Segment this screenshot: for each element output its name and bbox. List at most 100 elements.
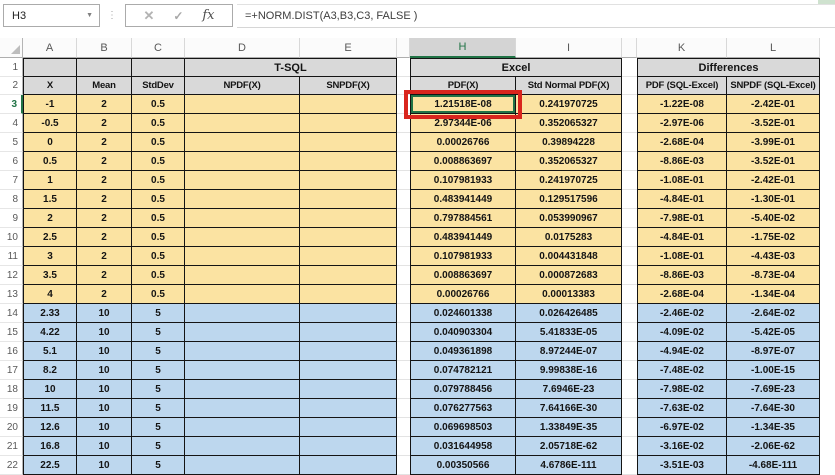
cell-I9[interactable]: 0.053990967 [516, 209, 622, 228]
cell-H15[interactable]: 0.040903304 [410, 323, 516, 342]
enter-icon[interactable]: ✓ [173, 9, 183, 23]
row-header-1[interactable]: 1 [0, 58, 23, 77]
cell-B19[interactable]: 10 [77, 399, 132, 418]
cell-A12[interactable]: 3.5 [23, 266, 77, 285]
cell-L11[interactable]: -4.43E-03 [727, 247, 820, 266]
cell-L19[interactable]: -7.64E-30 [727, 399, 820, 418]
cell-H7[interactable]: 0.107981933 [410, 171, 516, 190]
header-E2[interactable]: SNPDF(X) [300, 77, 397, 95]
cell-D4[interactable] [185, 114, 300, 133]
header-A2[interactable]: X [23, 77, 77, 95]
group-header-excel[interactable]: Excel [410, 58, 622, 77]
column-header-I[interactable]: I [516, 38, 622, 58]
cell-B6[interactable]: 2 [77, 152, 132, 171]
cell-A1[interactable] [23, 58, 77, 77]
header-L2[interactable]: SNPDF (SQL-Excel) [727, 77, 820, 95]
cell-K7[interactable]: -1.08E-01 [637, 171, 727, 190]
cell-B22[interactable]: 10 [77, 456, 132, 475]
cell-A7[interactable]: 1 [23, 171, 77, 190]
row-header-15[interactable]: 15 [0, 323, 23, 342]
row-header-10[interactable]: 10 [0, 228, 23, 247]
cell-B20[interactable]: 10 [77, 418, 132, 437]
group-header-differences[interactable]: Differences [637, 58, 820, 77]
cell-C12[interactable]: 0.5 [132, 266, 185, 285]
header-I2[interactable]: Std Normal PDF(X) [516, 77, 622, 95]
cell-H19[interactable]: 0.076277563 [410, 399, 516, 418]
cell-L22[interactable]: -4.68E-111 [727, 456, 820, 475]
cell-K21[interactable]: -3.16E-02 [637, 437, 727, 456]
cell-H17[interactable]: 0.074782121 [410, 361, 516, 380]
formula-input[interactable]: =+NORM.DIST(A3,B3,C3, FALSE ) [237, 4, 835, 28]
cell-B10[interactable]: 2 [77, 228, 132, 247]
cell-K14[interactable]: -2.46E-02 [637, 304, 727, 323]
cell-B13[interactable]: 2 [77, 285, 132, 304]
cell-C10[interactable]: 0.5 [132, 228, 185, 247]
cell-B18[interactable]: 10 [77, 380, 132, 399]
cell-K18[interactable]: -7.98E-02 [637, 380, 727, 399]
cell-C22[interactable]: 5 [132, 456, 185, 475]
cell-E21[interactable] [300, 437, 397, 456]
row-header-18[interactable]: 18 [0, 380, 23, 399]
cell-E18[interactable] [300, 380, 397, 399]
cell-C3[interactable]: 0.5 [132, 95, 185, 114]
cell-C17[interactable]: 5 [132, 361, 185, 380]
row-header-17[interactable]: 17 [0, 361, 23, 380]
cell-C21[interactable]: 5 [132, 437, 185, 456]
cell-E16[interactable] [300, 342, 397, 361]
cell-L18[interactable]: -7.69E-23 [727, 380, 820, 399]
cell-E20[interactable] [300, 418, 397, 437]
cell-I14[interactable]: 0.026426485 [516, 304, 622, 323]
cell-C4[interactable]: 0.5 [132, 114, 185, 133]
cell-C5[interactable]: 0.5 [132, 133, 185, 152]
cell-I12[interactable]: 0.000872683 [516, 266, 622, 285]
cell-A18[interactable]: 10 [23, 380, 77, 399]
cell-A11[interactable]: 3 [23, 247, 77, 266]
cell-K20[interactable]: -6.97E-02 [637, 418, 727, 437]
cell-B9[interactable]: 2 [77, 209, 132, 228]
cell-E7[interactable] [300, 171, 397, 190]
cell-H3[interactable]: 1.21518E-08 [410, 95, 516, 114]
column-header-L[interactable]: L [727, 38, 820, 58]
row-header-19[interactable]: 19 [0, 399, 23, 418]
header-D2[interactable]: NPDF(X) [185, 77, 300, 95]
row-header-20[interactable]: 20 [0, 418, 23, 437]
cell-A22[interactable]: 22.5 [23, 456, 77, 475]
cell-E11[interactable] [300, 247, 397, 266]
cell-B1[interactable] [77, 58, 132, 77]
cell-D8[interactable] [185, 190, 300, 209]
row-header-3[interactable]: 3 [0, 95, 23, 114]
cell-L12[interactable]: -8.73E-04 [727, 266, 820, 285]
cell-A10[interactable]: 2.5 [23, 228, 77, 247]
cell-K15[interactable]: -4.09E-02 [637, 323, 727, 342]
cell-H21[interactable]: 0.031644958 [410, 437, 516, 456]
cell-D12[interactable] [185, 266, 300, 285]
name-box[interactable]: H3 ▼ [3, 4, 100, 27]
cell-A14[interactable]: 2.33 [23, 304, 77, 323]
cell-E10[interactable] [300, 228, 397, 247]
insert-function-icon[interactable]: fx [202, 8, 214, 23]
cell-H20[interactable]: 0.069698503 [410, 418, 516, 437]
cancel-icon[interactable]: ✕ [143, 8, 154, 24]
cell-D10[interactable] [185, 228, 300, 247]
cell-H18[interactable]: 0.079788456 [410, 380, 516, 399]
cell-K6[interactable]: -8.86E-03 [637, 152, 727, 171]
cell-B21[interactable]: 10 [77, 437, 132, 456]
cell-L10[interactable]: -1.75E-02 [727, 228, 820, 247]
cell-D6[interactable] [185, 152, 300, 171]
cell-C14[interactable]: 5 [132, 304, 185, 323]
cell-I10[interactable]: 0.0175283 [516, 228, 622, 247]
cell-C16[interactable]: 5 [132, 342, 185, 361]
cell-A4[interactable]: -0.5 [23, 114, 77, 133]
column-header-A[interactable]: A [23, 38, 77, 58]
cell-I19[interactable]: 7.64166E-30 [516, 399, 622, 418]
cell-D3[interactable] [185, 95, 300, 114]
row-header-12[interactable]: 12 [0, 266, 23, 285]
cell-D22[interactable] [185, 456, 300, 475]
cell-I18[interactable]: 7.6946E-23 [516, 380, 622, 399]
cell-I13[interactable]: 0.00013383 [516, 285, 622, 304]
cell-A8[interactable]: 1.5 [23, 190, 77, 209]
cell-C1[interactable] [132, 58, 185, 77]
cell-I17[interactable]: 9.99838E-16 [516, 361, 622, 380]
cell-I16[interactable]: 8.97244E-07 [516, 342, 622, 361]
cell-C6[interactable]: 0.5 [132, 152, 185, 171]
